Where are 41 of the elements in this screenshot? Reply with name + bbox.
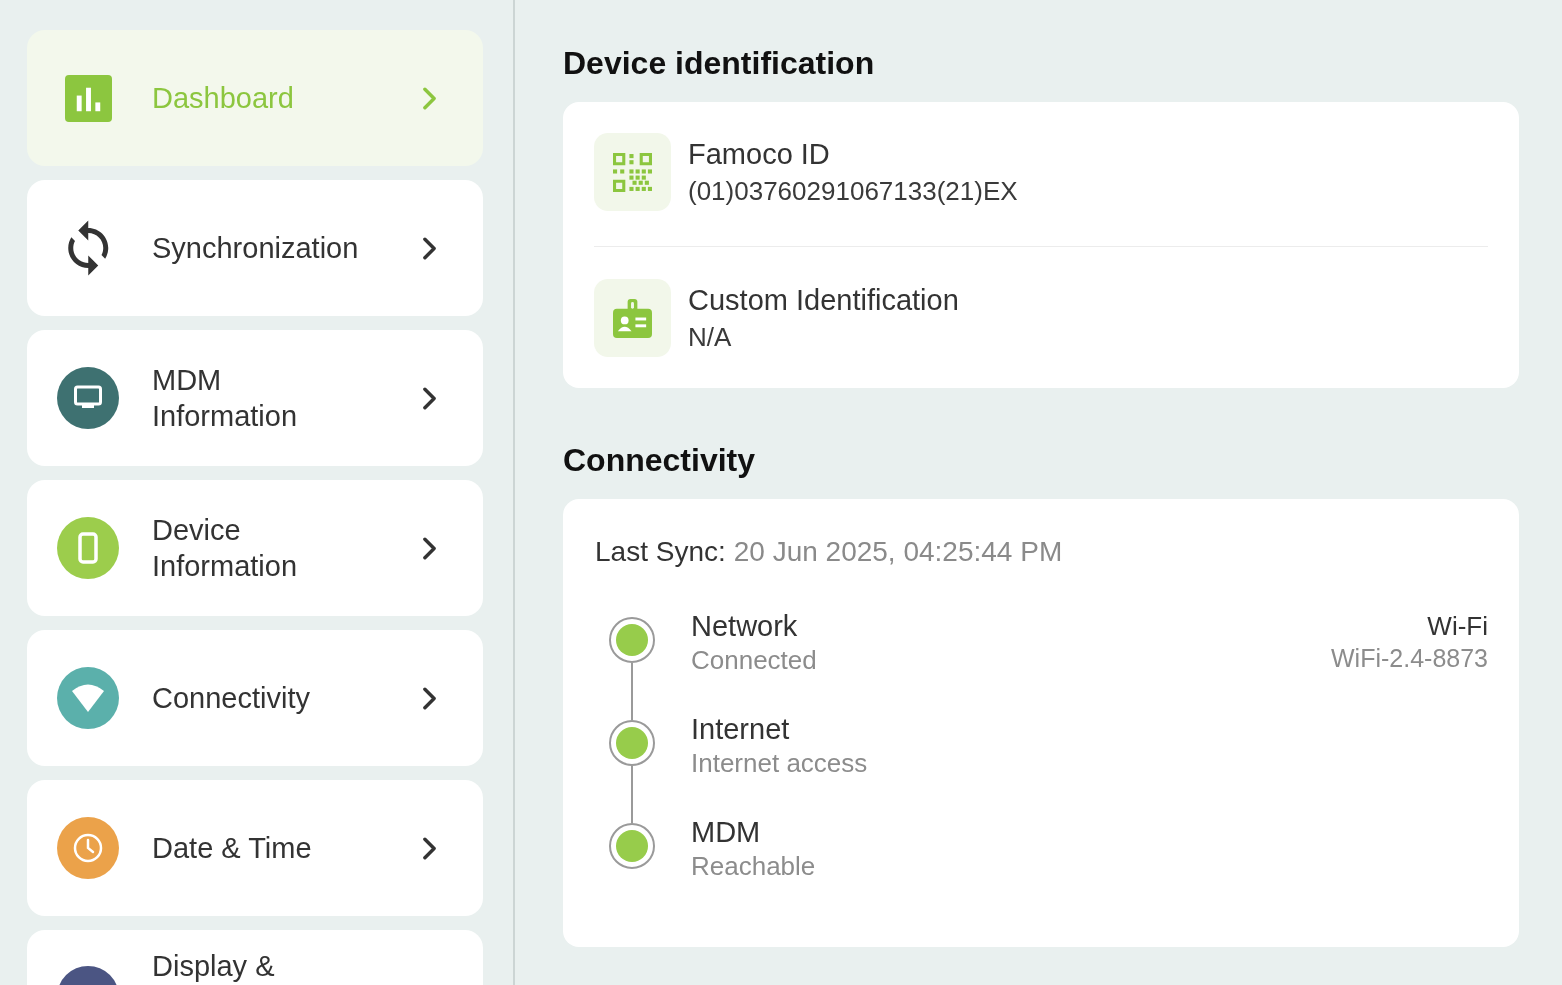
nav-item[interactable]: Connectivity (27, 630, 483, 766)
status-dot-icon (609, 720, 655, 766)
section-title: Connectivity (563, 442, 756, 479)
network-name: WiFi-2.4-8873 (1331, 644, 1488, 672)
field-value: (01)03760291067133(21)EX (688, 175, 1018, 208)
field-label: Custom Identification (688, 283, 959, 318)
last-sync-value: 20 Jun 2025, 04:25:44 PM (733, 536, 1063, 567)
nav-item[interactable]: Date & Time (27, 780, 483, 916)
status-title: Network (691, 609, 798, 644)
nav-item[interactable]: Display & (27, 930, 483, 985)
field-value: N/A (688, 321, 732, 354)
status-dot-icon (609, 617, 655, 663)
wifi-icon (57, 667, 119, 729)
bar-chart-icon (64, 74, 112, 122)
status-dot-icon (609, 823, 655, 869)
sync-icon (67, 220, 109, 276)
last-sync-label: Last Sync: (595, 536, 726, 567)
phone-icon (57, 517, 119, 579)
id-badge-icon (594, 279, 671, 357)
chevron-right-icon (422, 536, 437, 560)
monitor-icon (57, 367, 119, 429)
nav-item[interactable]: Device Information (27, 480, 483, 616)
status-title: Internet (691, 712, 790, 747)
connector-line (631, 766, 633, 823)
status-text: Connected (691, 644, 817, 677)
qr-code-icon (594, 133, 671, 211)
nav-item[interactable]: MDM Information (27, 330, 483, 466)
chevron-right-icon (422, 236, 437, 260)
status-title: MDM (691, 815, 761, 850)
chevron-right-icon (422, 386, 437, 410)
field-label: Famoco ID (688, 137, 830, 172)
section-title: Device identification (563, 45, 875, 82)
nav-item[interactable]: Synchronization (27, 180, 483, 316)
status-text: Reachable (691, 850, 816, 883)
chevron-right-icon (422, 86, 437, 110)
connection-type: Wi-Fi (1427, 610, 1488, 643)
connector-line (631, 663, 633, 720)
status-text: Internet access (691, 747, 868, 780)
chevron-right-icon (422, 686, 437, 710)
clock-icon (57, 817, 119, 879)
chevron-right-icon (422, 836, 437, 860)
